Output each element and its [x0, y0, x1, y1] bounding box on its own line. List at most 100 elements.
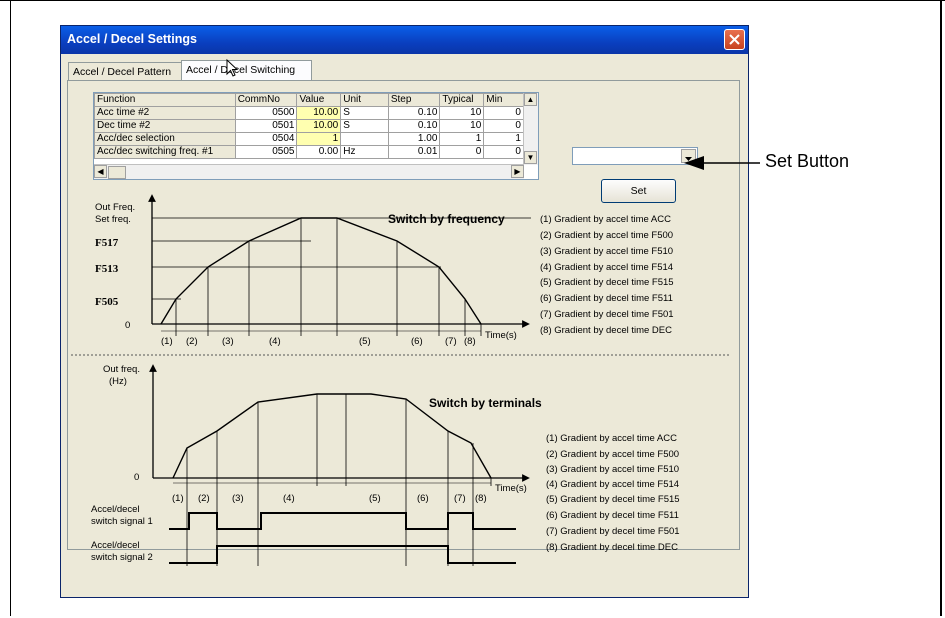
cell-commno: 0504 — [234, 132, 298, 146]
table-row[interactable]: Acc/dec switching freq. #1 0505 0.00 Hz … — [94, 145, 538, 159]
y-axis-label: Set freq. — [95, 214, 131, 225]
legend-item: (7) Gradient by decel time F501 — [540, 309, 674, 320]
legend-item: (8) Gradient by decel time DEC — [540, 325, 672, 336]
column-header[interactable]: Typical — [439, 93, 485, 107]
segment-label: (2) — [198, 493, 210, 504]
level-label-f513: F513 — [95, 263, 119, 275]
cell-unit: Hz — [340, 145, 389, 159]
segment-label: (4) — [283, 493, 295, 504]
cell-typical: 0 — [439, 145, 485, 159]
horizontal-scrollbar[interactable]: ◀ ▶ — [94, 164, 524, 179]
legend-bottom: (1) Gradient by accel time ACC (2) Gradi… — [546, 433, 680, 553]
tab-accel-decel-pattern[interactable]: Accel / Decel Pattern — [68, 62, 182, 80]
scroll-left-icon[interactable]: ◀ — [94, 165, 107, 178]
accel-decel-diagram: Out Freq. Set freq. F517 F513 F505 0 (1)… — [71, 194, 731, 566]
legend-item: (1) Gradient by accel time ACC — [546, 433, 677, 444]
legend-item: (7) Gradient by decel time F501 — [546, 526, 680, 537]
signal-2-label: Accel/decel — [91, 540, 140, 551]
segment-label: (7) — [445, 336, 457, 347]
tab-label: Accel / Decel Pattern — [73, 66, 172, 78]
table-row[interactable]: Acc time #2 0500 10.00 S 0.10 10 0 — [94, 106, 538, 120]
table-row[interactable]: Acc/dec selection 0504 1 1.00 1 1 — [94, 132, 538, 146]
segment-label: (5) — [369, 493, 381, 504]
diagram-title: Switch by terminals — [429, 396, 542, 410]
scroll-up-icon[interactable]: ▲ — [524, 93, 537, 106]
cell-step: 0.10 — [387, 119, 441, 133]
legend-top: (1) Gradient by accel time ACC (2) Gradi… — [540, 214, 674, 336]
segment-label: (7) — [454, 493, 466, 504]
y-axis-label: (Hz) — [109, 376, 127, 387]
legend-item: (3) Gradient by accel time F510 — [546, 464, 679, 475]
segment-label: (3) — [222, 336, 234, 347]
cell-unit — [340, 132, 389, 146]
cell-function: Dec time #2 — [94, 119, 236, 133]
segment-label: (1) — [161, 336, 173, 347]
parameter-table: Function CommNo Value Unit Step Typical … — [94, 93, 538, 159]
legend-item: (8) Gradient by decel time DEC — [546, 542, 678, 553]
time-axis-label: Time(s) — [485, 330, 517, 341]
cell-value[interactable]: 10.00 — [296, 106, 342, 120]
cell-value[interactable]: 10.00 — [296, 119, 342, 133]
segment-label: (1) — [172, 493, 184, 504]
close-icon — [729, 34, 740, 45]
cell-commno: 0501 — [234, 119, 298, 133]
cell-function: Acc time #2 — [94, 106, 236, 120]
signal-1-label: switch signal 1 — [91, 516, 153, 527]
signal-2-label: switch signal 2 — [91, 552, 153, 563]
tab-accel-decel-switching[interactable]: Accel / Decel Switching — [181, 60, 312, 81]
scroll-down-icon[interactable]: ▼ — [524, 151, 537, 164]
legend-item: (5) Gradient by decel time F515 — [546, 494, 680, 505]
column-header[interactable]: Function — [94, 93, 236, 107]
title-bar[interactable]: Accel / Decel Settings — [61, 26, 748, 54]
scroll-right-icon[interactable]: ▶ — [511, 165, 524, 178]
column-header[interactable]: CommNo — [234, 93, 298, 107]
legend-item: (4) Gradient by accel time F514 — [546, 479, 679, 490]
column-header[interactable]: Value — [296, 93, 342, 107]
y-axis-label: Out Freq. — [95, 202, 135, 213]
segment-label: (2) — [186, 336, 198, 347]
time-axis-label: Time(s) — [495, 483, 527, 494]
signal-1-label: Accel/decel — [91, 504, 140, 515]
legend-item: (6) Gradient by decel time F511 — [546, 510, 679, 521]
zero-label: 0 — [134, 472, 139, 483]
parameter-combo-box[interactable] — [572, 147, 698, 165]
legend-item: (1) Gradient by accel time ACC — [540, 214, 671, 225]
segment-label: (8) — [475, 493, 487, 504]
column-header[interactable]: Step — [387, 93, 441, 107]
legend-item: (4) Gradient by accel time F514 — [540, 262, 673, 273]
segment-label: (6) — [417, 493, 429, 504]
cell-commno: 0505 — [234, 145, 298, 159]
vertical-scrollbar[interactable]: ▲ ▼ — [523, 93, 538, 165]
close-button[interactable] — [724, 29, 745, 50]
tab-label: Accel / Decel Switching — [186, 64, 296, 76]
zero-label: 0 — [125, 320, 130, 331]
cell-min: 0 — [483, 145, 524, 159]
column-header[interactable]: Min — [483, 93, 524, 107]
switch-by-terminals-diagram: Out freq. (Hz) 0 (1) (2) (3) (4) (5) (6)… — [91, 364, 680, 566]
cell-value[interactable]: 1 — [296, 132, 342, 146]
segment-label: (6) — [411, 336, 423, 347]
cell-function: Acc/dec switching freq. #1 — [94, 145, 236, 159]
settings-window: Accel / Decel Settings Accel / Decel Pat… — [60, 25, 749, 598]
cell-typical: 1 — [439, 132, 485, 146]
column-header[interactable]: Unit — [340, 93, 389, 107]
callout-arrow-icon — [684, 156, 760, 170]
cell-step: 0.10 — [387, 106, 441, 120]
scroll-thumb[interactable] — [108, 166, 126, 179]
switch-by-frequency-diagram: Out Freq. Set freq. F517 F513 F505 0 (1)… — [95, 194, 674, 347]
level-label-f505: F505 — [95, 296, 119, 308]
segment-label: (3) — [232, 493, 244, 504]
legend-item: (6) Gradient by decel time F511 — [540, 293, 673, 304]
mouse-cursor-icon — [226, 59, 239, 77]
set-button-callout: Set Button — [765, 151, 850, 171]
segment-label: (5) — [359, 336, 371, 347]
table-row[interactable]: Dec time #2 0501 10.00 S 0.10 10 0 — [94, 119, 538, 133]
cell-unit: S — [340, 106, 389, 120]
segment-label: (4) — [269, 336, 281, 347]
table-header-row: Function CommNo Value Unit Step Typical … — [94, 93, 538, 107]
cell-value[interactable]: 0.00 — [296, 145, 342, 159]
cell-min: 1 — [483, 132, 524, 146]
level-label-f517: F517 — [95, 237, 119, 249]
parameter-grid[interactable]: Function CommNo Value Unit Step Typical … — [93, 92, 539, 180]
cell-typical: 10 — [439, 106, 485, 120]
